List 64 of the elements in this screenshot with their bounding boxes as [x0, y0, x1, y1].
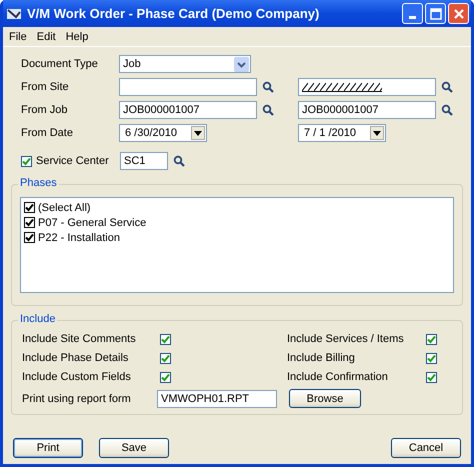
check-icon	[22, 156, 31, 166]
option-label: Include Custom Fields	[22, 371, 132, 383]
search-icon[interactable]	[173, 155, 185, 167]
text-field[interactable]: SC1	[120, 152, 168, 170]
list-item[interactable]: P07 - General Service	[38, 216, 146, 228]
checkbox[interactable]	[160, 334, 171, 344]
minimize-button[interactable]	[402, 3, 423, 24]
checkbox[interactable]	[160, 352, 171, 364]
check-icon	[427, 354, 436, 362]
group-title: Include	[18, 313, 58, 325]
print-button[interactable]: Print	[13, 438, 83, 458]
text-field[interactable]	[119, 78, 257, 96]
checkbox[interactable]	[21, 156, 32, 166]
check-icon	[161, 354, 170, 362]
close-icon	[452, 8, 464, 20]
maximize-button[interactable]	[425, 3, 446, 24]
text-field[interactable]: JOB000001007	[119, 101, 257, 119]
search-icon[interactable]	[441, 104, 453, 116]
checkbox[interactable]	[24, 232, 35, 243]
list-item[interactable]: (Select All)	[38, 202, 91, 214]
check-icon	[427, 372, 436, 382]
checkbox[interactable]	[24, 217, 35, 228]
group-title: Phases	[18, 177, 59, 189]
close-button[interactable]	[448, 3, 469, 24]
field-label: Document Type	[21, 58, 98, 70]
checkbox-label: Service Center	[36, 155, 109, 167]
option-label: Include Confirmation	[287, 371, 389, 383]
list-item[interactable]: P22 - Installation	[38, 232, 120, 244]
checkbox[interactable]	[24, 202, 35, 213]
menu-item[interactable]: File	[9, 30, 27, 42]
minimize-icon	[409, 16, 416, 19]
maximize-icon	[430, 8, 442, 20]
check-icon	[161, 372, 170, 382]
dropdown-arrow-icon	[194, 130, 202, 136]
document-type-dropdown[interactable]: Job	[119, 55, 251, 73]
checkbox[interactable]	[426, 334, 437, 344]
browse-button[interactable]: Browse	[289, 389, 361, 408]
search-icon[interactable]	[262, 81, 274, 93]
check-icon	[427, 334, 436, 344]
option-label: Include Services / Items	[287, 333, 405, 345]
cancel-button[interactable]: Cancel	[391, 438, 461, 458]
date-picker[interactable]: 6 /30/2010	[119, 124, 207, 142]
checkbox[interactable]	[426, 372, 437, 382]
save-button[interactable]: Save	[99, 438, 169, 458]
field-label: From Site	[21, 81, 69, 93]
menu-item[interactable]: Edit	[36, 30, 56, 42]
search-icon[interactable]	[262, 104, 274, 116]
text-field[interactable]: JOB000001007	[298, 101, 436, 119]
option-label: Include Phase Details	[22, 352, 130, 364]
field-label: From Job	[21, 104, 68, 116]
date-picker[interactable]: 7 / 1 /2010	[298, 124, 386, 142]
field-label: Print using report form	[22, 392, 132, 404]
search-icon[interactable]	[441, 81, 453, 93]
window-title: V/M Work Order - Phase Card (Demo Company)	[27, 6, 320, 21]
checkbox[interactable]	[160, 372, 171, 382]
field-label: From Date	[21, 127, 73, 139]
check-icon	[161, 334, 170, 344]
menu-item[interactable]: Help	[66, 30, 88, 42]
dropdown-arrow-icon	[373, 130, 381, 136]
option-label: Include Site Comments	[22, 333, 137, 345]
text-field[interactable]: VMWOPH01.RPT	[157, 390, 277, 408]
text-field[interactable]	[298, 78, 436, 96]
option-label: Include Billing	[287, 352, 356, 364]
checkbox[interactable]	[426, 352, 437, 364]
